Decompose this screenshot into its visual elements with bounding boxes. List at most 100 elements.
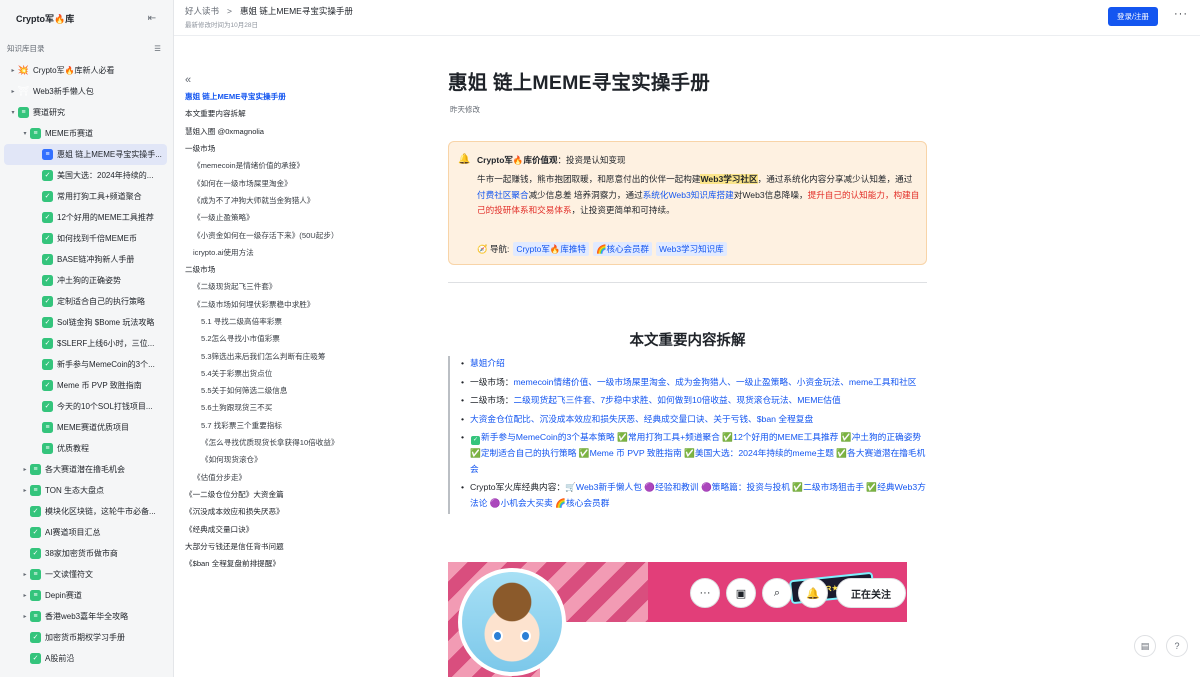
toc-item[interactable]: 5.6土狗跟现货三不买 [185, 399, 370, 416]
chevron-right-icon[interactable]: ▸ [20, 592, 30, 599]
chevron-right-icon[interactable]: ▸ [20, 571, 30, 578]
collapse-sidebar-icon[interactable]: ⇤ [145, 11, 159, 25]
sidebar-item[interactable]: ≡ MEME赛道优质项目 [4, 417, 167, 438]
toc-item[interactable]: 《成为不了冲狗大师就当金狗猎人》 [185, 192, 370, 209]
chevron-right-icon[interactable]: ▸ [8, 88, 18, 95]
toc-item[interactable]: 《小资金如何在一级存活下来》(50U起步） [185, 226, 370, 243]
sidebar-item[interactable]: ✓ BASE链冲狗新人手册 [4, 249, 167, 270]
toc-item[interactable]: 《$ban 全程复盘前排提醒》 [185, 555, 370, 572]
doc-icon: ≡ [30, 128, 41, 139]
callout-text: 对Web3信息降噪， [733, 189, 808, 200]
breadcrumb-root[interactable]: 好人读书 [185, 5, 219, 17]
sidebar-item[interactable]: ▸ 💥 Crypto军🔥库新人必看 [4, 60, 167, 81]
notify-icon[interactable]: 🔔 [798, 578, 828, 608]
login-button[interactable]: 登录/注册 [1108, 7, 1158, 26]
sidebar-item-label: 冲土狗的正确姿势 [57, 276, 121, 285]
toc-item[interactable]: 二级市场 [185, 261, 370, 278]
summary-link[interactable]: 大资金仓位配比、沉没成本效应和损失厌恶、经典成交量口诀、关于亏钱、$ban 全程… [470, 414, 813, 424]
more-icon[interactable]: ··· [1174, 8, 1188, 20]
layout-icon[interactable]: ▤ [1134, 635, 1156, 657]
chevron-right-icon[interactable]: ▸ [20, 487, 30, 494]
callout-link[interactable]: 付费社区聚合 [477, 190, 529, 200]
sidebar-item[interactable]: ✓ 模块化区块链，这轮牛市必备... [4, 501, 167, 522]
sidebar-item[interactable]: ✓ 加密货币期权学习手册 [4, 627, 167, 648]
sidebar-item[interactable]: ✓ Sol链金狗 $Bome 玩法攻略 [4, 312, 167, 333]
toc-item[interactable]: 《二级现货起飞三件套》 [185, 278, 370, 295]
sidebar-item[interactable]: ✓ 冲土狗的正确姿势 [4, 270, 167, 291]
sidebar-header: Crypto军🔥库 ⇤ [0, 0, 173, 36]
gate-emoji-icon: ⛩ [17, 86, 30, 96]
following-button[interactable]: 正在关注 [836, 578, 906, 608]
check-icon: ✓ [30, 548, 41, 559]
help-icon[interactable]: ? [1166, 635, 1188, 657]
toc-item[interactable]: 5.7 找彩票三个重要指标 [185, 417, 370, 434]
sidebar-item[interactable]: ✓ 定制适合自己的执行策略 [4, 291, 167, 312]
callout-link[interactable]: 系统化Web3知识库搭建 [643, 190, 734, 200]
toc-item[interactable]: 5.1 寻找二级高倍率彩票 [185, 313, 370, 330]
sidebar-item-label: 常用打狗工具+频道聚合 [57, 192, 142, 201]
toc-item[interactable]: 《memecoin是情绪价值的承接》 [185, 157, 370, 174]
nav-link-twitter[interactable]: Crypto军🔥库推特 [513, 242, 589, 256]
toc-item[interactable]: 《沉没成本效应和损失厌恶》 [185, 503, 370, 520]
grok-icon[interactable]: ▣ [726, 578, 756, 608]
sidebar-item[interactable]: ✓ AI赛道项目汇总 [4, 522, 167, 543]
sidebar-item[interactable]: ▾ ≡ 赛道研究 [4, 102, 167, 123]
sidebar-item[interactable]: ▸ ≡ TON 生态大盘点 [4, 480, 167, 501]
chevron-down-icon[interactable]: ▾ [20, 130, 30, 137]
sidebar-item-label: Depin赛道 [45, 591, 82, 600]
toc-item[interactable]: 《一二级仓位分配》大资金篇 [185, 486, 370, 503]
nav-link-knowledge-base[interactable]: Web3学习知识库 [656, 242, 727, 256]
toc-item[interactable]: 本文重要内容拆解 [185, 105, 370, 122]
toc-item[interactable]: 《如何现货滚仓》 [185, 451, 370, 468]
sidebar-item[interactable]: ✓ 如何找到千倍MEME币 [4, 228, 167, 249]
nav-label: 🧭 导航: [477, 244, 510, 254]
toc-item[interactable]: 《估值分步走》 [185, 469, 370, 486]
sidebar-item[interactable]: ▸ ⛩ Web3新手懒人包 [4, 81, 167, 102]
sidebar-item[interactable]: ≡ 优质教程 [4, 438, 167, 459]
toc-item[interactable]: 《一级止盈策略》 [185, 209, 370, 226]
sidebar-item[interactable]: ≡ 惠姐 链上MEME寻宝实操手... [4, 144, 167, 165]
sidebar-item[interactable]: ✓ 美国大选：2024年持续的... [4, 165, 167, 186]
check-icon: ✓ [42, 296, 53, 307]
toc-item[interactable]: 《经典成交量口诀》 [185, 520, 370, 537]
more-icon[interactable]: ··· [690, 578, 720, 608]
toc-item[interactable]: 惠姐 链上MEME寻宝实操手册 [185, 88, 370, 105]
search-icon[interactable]: ⌕ [762, 578, 792, 608]
toc-item[interactable]: 5.5关于如何筛选二级信息 [185, 382, 370, 399]
chevron-right-icon[interactable]: ▸ [20, 466, 30, 473]
toc-item[interactable]: 一级市场 [185, 140, 370, 157]
sidebar-item[interactable]: ▸ ≡ 各大赛道潜在撸毛机会 [4, 459, 167, 480]
summary-link[interactable]: 二级现货起飞三件套、7步稳中求胜、如何做到10倍收益、现货滚仓玩法、MEME估值 [513, 395, 840, 405]
sidebar-item[interactable]: ✓ A股前沿 [4, 648, 167, 669]
toc-collapse-icon[interactable]: « [185, 74, 191, 86]
toc-item[interactable]: 《如何在一级市场屎里淘金》 [185, 174, 370, 191]
sidebar-item[interactable]: ▸ ≡ 香港web3嘉年华全攻略 [4, 606, 167, 627]
summary-link[interactable]: 慧姐介绍 [470, 358, 505, 368]
sidebar-item[interactable]: ▾ ≡ MEME币赛道 [4, 123, 167, 144]
toc-item[interactable]: 5.3筛选出来后我们怎么判断有庄吸筹 [185, 347, 370, 364]
sidebar-item[interactable]: ✓ 38家加密货币做市商 [4, 543, 167, 564]
sidebar-item[interactable]: ▸ ≡ Depin赛道 [4, 585, 167, 606]
toc-item[interactable]: 《二级市场如何埋伏彩票稳中求胜》 [185, 296, 370, 313]
sidebar-item[interactable]: ✓ 常用打狗工具+频道聚合 [4, 186, 167, 207]
chevron-down-icon[interactable]: ▾ [8, 109, 18, 116]
toc-item[interactable]: 大部分亏钱还是信任背书问题 [185, 538, 370, 555]
sidebar-item[interactable]: ✓ 今天的10个SOL打钱项目... [4, 396, 167, 417]
avatar[interactable] [458, 568, 566, 676]
summary-link[interactable]: memecoin情绪价值、一级市场屎里淘金、成为金狗猎人、一级止盈策略、小资金玩… [513, 377, 916, 387]
toc-item[interactable]: 5.2怎么寻找小市值彩票 [185, 330, 370, 347]
sidebar-item[interactable]: ✓ Meme 币 PVP 致胜指南 [4, 375, 167, 396]
list-settings-icon[interactable]: ☰ [154, 44, 161, 53]
toc-item[interactable]: 《怎么寻找优质现货长拿获得10倍收益》 [185, 434, 370, 451]
toc-item[interactable]: 慧姐入圈 @0xmagnolia [185, 123, 370, 140]
toc-item[interactable]: icrypto.ai使用方法 [185, 244, 370, 261]
sidebar-item[interactable]: ▸ ≡ 一文读懂符文 [4, 564, 167, 585]
summary-link[interactable]: 新手参与MemeCoin的3个基本策略 ✅常用打狗工具+频道聚合 ✅12个好用的… [470, 432, 925, 473]
sidebar-item[interactable]: ✓ 新手参与MemeCoin的3个... [4, 354, 167, 375]
toc-item[interactable]: 5.4关于彩票出货点位 [185, 365, 370, 382]
chevron-right-icon[interactable]: ▸ [8, 67, 18, 74]
chevron-right-icon[interactable]: ▸ [20, 613, 30, 620]
sidebar-item[interactable]: ✓ 12个好用的MEME工具推荐 [4, 207, 167, 228]
nav-link-member-group[interactable]: 🌈核心会员群 [592, 242, 653, 256]
sidebar-item[interactable]: ✓ $SLERF上线6小时，三位... [4, 333, 167, 354]
